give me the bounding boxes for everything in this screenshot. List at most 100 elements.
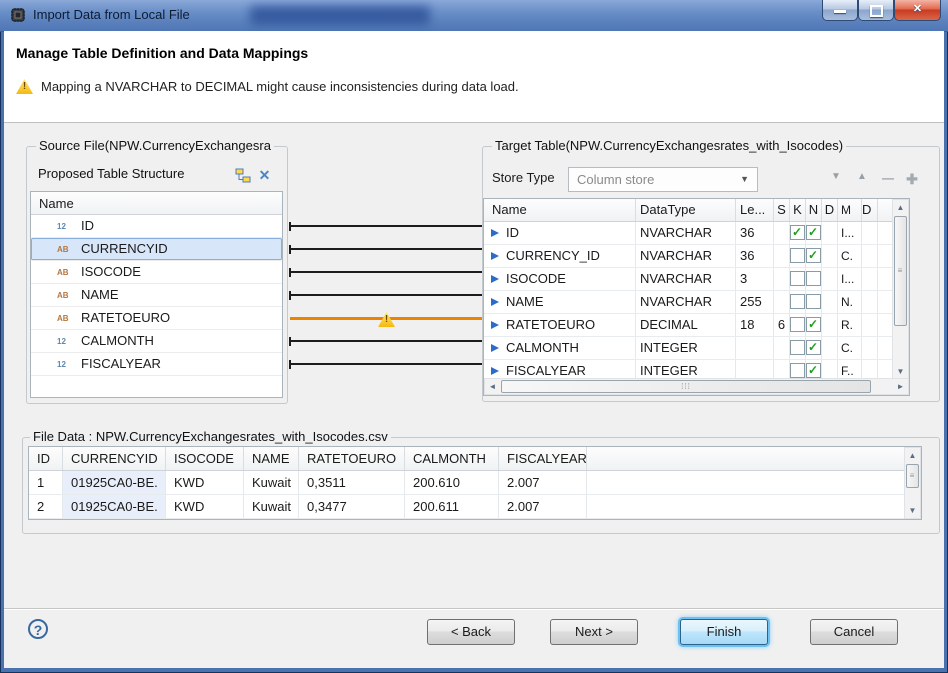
key-checkbox[interactable] xyxy=(790,317,805,332)
scroll-up-icon[interactable]: ▲ xyxy=(893,200,908,215)
source-row-currencyid[interactable]: AB CURRENCYID xyxy=(31,238,282,261)
col-header-datatype[interactable]: DataType xyxy=(636,199,736,221)
source-row-calmonth[interactable]: 12 CALMONTH xyxy=(31,330,282,353)
remove-mapping-x-icon[interactable]: ✕ xyxy=(256,167,273,184)
mapping-line-ratetoeuro-warning[interactable]: ! xyxy=(290,317,483,320)
key-checkbox[interactable] xyxy=(790,294,805,309)
warning-message-row: ! Mapping a NVARCHAR to DECIMAL might ca… xyxy=(16,79,519,94)
target-row-calmonth[interactable]: CALMONTH INTEGER C. xyxy=(484,337,909,360)
store-type-label: Store Type xyxy=(492,170,555,185)
notnull-checkbox[interactable] xyxy=(806,248,821,263)
text-type-icon: AB xyxy=(57,261,69,284)
col-header-key[interactable]: K xyxy=(790,199,806,221)
cancel-button[interactable]: Cancel xyxy=(810,619,898,645)
col-header-ratetoeuro[interactable]: RATETOEURO xyxy=(299,447,405,470)
col-header-id[interactable]: ID xyxy=(29,447,63,470)
title-bar: Import Data from Local File ✕ xyxy=(0,0,948,32)
text-type-icon: AB xyxy=(57,284,69,307)
source-group-label: Source File(NPW.CurrencyExchangesra xyxy=(36,138,274,153)
col-header-notnull[interactable]: N xyxy=(806,199,822,221)
target-table-vscrollbar[interactable]: ▲ ≡ ▼ xyxy=(892,199,909,380)
window-title: Import Data from Local File xyxy=(33,7,190,22)
col-header-currencyid[interactable]: CURRENCYID xyxy=(63,447,166,470)
target-group-label: Target Table(NPW.CurrencyExchangesrates_… xyxy=(492,138,846,153)
hscroll-thumb[interactable]: ⁞⁞⁞ xyxy=(501,380,871,393)
col-header-name[interactable]: Name xyxy=(484,199,636,221)
notnull-checkbox[interactable] xyxy=(806,294,821,309)
store-type-select[interactable]: Column store ▼ xyxy=(568,167,758,192)
target-row-currency-id[interactable]: CURRENCY_ID NVARCHAR 36 C. xyxy=(484,245,909,268)
next-button[interactable]: Next > xyxy=(550,619,638,645)
integer-type-icon: 12 xyxy=(57,353,66,376)
target-row-name[interactable]: NAME NVARCHAR 255 N. xyxy=(484,291,909,314)
key-checkbox[interactable] xyxy=(790,248,805,263)
column-arrow-icon xyxy=(491,229,499,237)
col-header-isocode[interactable]: ISOCODE xyxy=(166,447,244,470)
scroll-down-icon[interactable]: ▼ xyxy=(905,503,920,518)
mapping-line-calmonth[interactable] xyxy=(290,340,483,342)
notnull-checkbox[interactable] xyxy=(806,317,821,332)
scroll-up-icon[interactable]: ▲ xyxy=(905,448,920,463)
notnull-checkbox[interactable] xyxy=(806,225,821,240)
finish-button[interactable]: Finish xyxy=(680,619,768,645)
source-column-name: CURRENCYID xyxy=(81,238,168,260)
notnull-checkbox[interactable] xyxy=(806,340,821,355)
warning-icon: ! xyxy=(16,79,33,94)
maximize-button[interactable] xyxy=(858,0,894,21)
target-row-isocode[interactable]: ISOCODE NVARCHAR 3 I... xyxy=(484,268,909,291)
add-column-icon[interactable]: ✚ xyxy=(902,171,922,188)
notnull-checkbox[interactable] xyxy=(806,271,821,286)
col-header-default[interactable]: D xyxy=(822,199,838,221)
target-row-ratetoeuro[interactable]: RATETOEURO DECIMAL 18 6 R. xyxy=(484,314,909,337)
source-row-fiscalyear[interactable]: 12 FISCALYEAR xyxy=(31,353,282,376)
source-column-name: NAME xyxy=(81,284,119,306)
help-button[interactable]: ? xyxy=(28,619,48,639)
remove-column-icon[interactable]: — xyxy=(878,171,898,185)
key-checkbox[interactable] xyxy=(790,225,805,240)
mapping-line-currencyid[interactable] xyxy=(290,248,483,250)
target-table-header: Name DataType Le... S K N D M D xyxy=(484,199,909,222)
footer-separator xyxy=(4,608,944,610)
source-row-ratetoeuro[interactable]: AB RATETOEURO xyxy=(31,307,282,330)
auto-map-tree-icon[interactable] xyxy=(234,167,251,184)
mapping-line-name[interactable] xyxy=(290,294,483,296)
mapping-line-id[interactable] xyxy=(290,225,483,227)
vscroll-thumb[interactable]: ≡ xyxy=(906,464,919,488)
close-button[interactable]: ✕ xyxy=(894,0,941,21)
app-icon xyxy=(10,7,26,23)
proposed-table-structure-label: Proposed Table Structure xyxy=(38,166,184,181)
back-button[interactable]: < Back xyxy=(427,619,515,645)
minimize-button[interactable] xyxy=(822,0,858,21)
scroll-left-icon[interactable]: ◄ xyxy=(485,379,500,394)
col-header-name[interactable]: NAME xyxy=(244,447,299,470)
notnull-checkbox[interactable] xyxy=(806,363,821,378)
col-header-desc[interactable]: D xyxy=(862,199,878,221)
source-column-name: RATETOEURO xyxy=(81,307,170,329)
mapping-line-fiscalyear[interactable] xyxy=(290,363,483,365)
integer-type-icon: 12 xyxy=(57,330,66,353)
source-row-name[interactable]: AB NAME xyxy=(31,284,282,307)
col-header-fiscalyear[interactable]: FISCALYEAR xyxy=(499,447,587,470)
file-data-row[interactable]: 2 01925CA0-BE. KWD Kuwait 0,3477 200.611… xyxy=(29,495,921,519)
target-row-id[interactable]: ID NVARCHAR 36 I... xyxy=(484,222,909,245)
key-checkbox[interactable] xyxy=(790,363,805,378)
mapping-line-isocode[interactable] xyxy=(290,271,483,273)
file-data-vscrollbar[interactable]: ▲ ≡ ▼ xyxy=(904,447,921,519)
col-header-calmonth[interactable]: CALMONTH xyxy=(405,447,499,470)
source-row-id[interactable]: 12 ID xyxy=(31,215,282,238)
target-table-hscrollbar[interactable]: ◄ ⁞⁞⁞ ► xyxy=(484,378,909,395)
file-data-row[interactable]: 1 01925CA0-BE. KWD Kuwait 0,3511 200.610… xyxy=(29,471,921,495)
col-header-mapping[interactable]: M xyxy=(838,199,862,221)
scroll-right-icon[interactable]: ► xyxy=(893,379,908,394)
source-row-isocode[interactable]: AB ISOCODE xyxy=(31,261,282,284)
dialog-client-area: Manage Table Definition and Data Mapping… xyxy=(4,31,944,668)
scroll-down-icon[interactable]: ▼ xyxy=(893,364,908,379)
integer-type-icon: 12 xyxy=(57,215,66,238)
move-up-icon[interactable]: ▲ xyxy=(852,171,872,182)
move-down-icon[interactable]: ▼ xyxy=(826,171,846,182)
col-header-scale[interactable]: S xyxy=(774,199,790,221)
key-checkbox[interactable] xyxy=(790,340,805,355)
vscroll-thumb[interactable]: ≡ xyxy=(894,216,907,326)
key-checkbox[interactable] xyxy=(790,271,805,286)
col-header-length[interactable]: Le... xyxy=(736,199,774,221)
